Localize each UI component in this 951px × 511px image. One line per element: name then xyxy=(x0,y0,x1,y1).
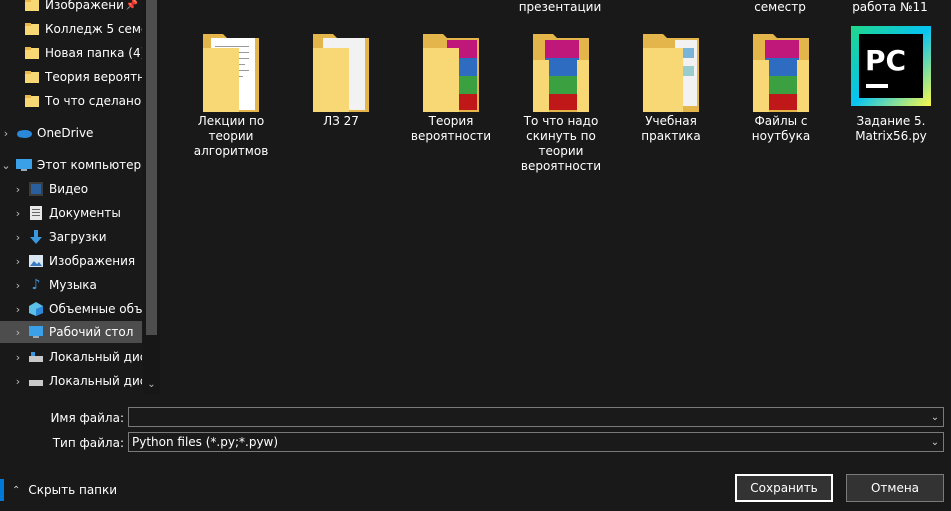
item-label-partial: презентации xyxy=(518,0,602,14)
file-item[interactable]: PC Задание 5. Matrix56.py xyxy=(841,26,941,144)
chevron-down-icon[interactable]: ⌄ xyxy=(927,412,943,423)
filename-input[interactable]: ⌄ xyxy=(128,407,944,427)
save-dialog-footer: Имя файла: ⌄ Тип файла: Python files (*.… xyxy=(0,395,951,511)
folder-icon xyxy=(24,21,40,37)
navigation-pane: Изображени 📌 Колледж 5 семе Новая папка … xyxy=(0,0,160,395)
expand-arrow-icon[interactable]: › xyxy=(12,231,24,244)
nav-this-pc[interactable]: ⌄ Этот компьютер xyxy=(0,154,142,176)
save-button[interactable]: Сохранить xyxy=(735,474,833,502)
file-item[interactable]: Лекции по теории алгоритмов xyxy=(181,26,281,159)
quick-access-item-college[interactable]: Колледж 5 семе xyxy=(0,18,142,40)
file-item[interactable]: ЛЗ 27 xyxy=(291,26,391,129)
accent-bar xyxy=(0,479,4,501)
pin-icon: 📌 xyxy=(125,0,139,11)
nav-item-downloads[interactable]: › Загрузки xyxy=(0,226,142,248)
expand-arrow-icon[interactable]: › xyxy=(12,279,24,292)
quick-access-item-pictures[interactable]: Изображени 📌 xyxy=(0,0,142,16)
collapse-arrow-icon[interactable]: ⌄ xyxy=(0,159,12,172)
cancel-button[interactable]: Отмена xyxy=(846,474,944,502)
expand-arrow-icon[interactable]: › xyxy=(12,326,24,339)
chevron-up-icon: ⌃ xyxy=(12,484,21,496)
folder-icon xyxy=(24,69,40,85)
downloads-icon xyxy=(28,229,44,245)
nav-onedrive[interactable]: › OneDrive xyxy=(0,122,142,144)
expand-arrow-icon[interactable]: › xyxy=(12,255,24,268)
navigation-scrollbar[interactable]: ⌄ xyxy=(143,0,160,395)
nav-item-desktop[interactable]: › Рабочий стол xyxy=(0,321,142,343)
pictures-icon xyxy=(28,253,44,269)
file-list-area: презентации семестр работа №11 Лекции по… xyxy=(160,0,951,395)
file-item[interactable]: Теория вероятности xyxy=(401,26,501,144)
quick-access-item-done[interactable]: То что сделано xyxy=(0,90,142,112)
video-icon xyxy=(28,181,44,197)
nav-item-music[interactable]: › ♪ Музыка xyxy=(0,274,142,296)
filename-label: Имя файла: xyxy=(50,411,124,425)
file-item[interactable]: Учебная практика xyxy=(621,26,721,144)
expand-arrow-icon[interactable]: › xyxy=(12,303,24,316)
expand-arrow-icon[interactable]: › xyxy=(12,375,24,388)
scroll-down-arrow-icon[interactable]: ⌄ xyxy=(143,377,160,393)
music-icon: ♪ xyxy=(31,277,41,293)
desktop-icon xyxy=(28,324,44,340)
local-disk-icon xyxy=(28,349,44,365)
chevron-down-icon[interactable]: ⌄ xyxy=(927,437,943,448)
expand-arrow-icon[interactable]: › xyxy=(0,127,12,140)
hide-folders-button[interactable]: ⌃ Скрыть папки xyxy=(0,479,117,501)
folder-icon xyxy=(24,45,40,61)
file-item[interactable]: Файлы с ноутбука xyxy=(731,26,831,144)
nav-item-3d-objects[interactable]: › Объемные объ xyxy=(0,298,142,320)
nav-item-local-disk-1[interactable]: › Локальный дис xyxy=(0,346,142,368)
folder-documents-icon xyxy=(203,34,259,112)
file-item[interactable]: То что надо скинуть по теории вероятност… xyxy=(511,26,611,174)
file-item-label: Задание 5. Matrix56.py xyxy=(855,114,927,143)
folder-icon xyxy=(24,93,40,109)
nav-item-pictures[interactable]: › Изображения xyxy=(0,250,142,272)
file-item-label: Учебная практика xyxy=(641,114,701,143)
filetype-label: Тип файла: xyxy=(52,436,124,450)
file-item-label: То что надо скинуть по теории вероятност… xyxy=(520,114,602,173)
folder-icon xyxy=(24,0,40,13)
filetype-select[interactable]: Python files (*.py;*.pyw) ⌄ xyxy=(128,432,944,452)
expand-arrow-icon[interactable]: › xyxy=(12,351,24,364)
file-item-label: Файлы с ноутбука xyxy=(751,114,811,143)
folder-archive-icon xyxy=(753,34,809,112)
file-item-label: Теория вероятности xyxy=(410,114,492,143)
folder-images-icon xyxy=(643,34,699,112)
pycharm-file-icon: PC xyxy=(851,26,931,106)
folder-archive-icon xyxy=(423,34,479,112)
nav-item-video[interactable]: › Видео xyxy=(0,178,142,200)
nav-item-local-disk-2[interactable]: › Локальный дис xyxy=(0,370,142,392)
item-label-partial: работа №11 xyxy=(852,0,928,14)
item-label-partial: семестр xyxy=(754,0,806,14)
3d-objects-icon xyxy=(28,301,44,317)
cloud-icon xyxy=(16,125,32,141)
nav-item-documents[interactable]: › Документы xyxy=(0,202,142,224)
file-item-label: ЛЗ 27 xyxy=(323,114,359,128)
svg-text:PC: PC xyxy=(865,44,906,77)
local-disk-icon xyxy=(28,373,44,389)
expand-arrow-icon[interactable]: › xyxy=(12,207,24,220)
folder-archive-icon xyxy=(533,34,589,112)
quick-access-item-probability[interactable]: Теория вероятн xyxy=(0,66,142,88)
quick-access-item-new-folder[interactable]: Новая папка (4) xyxy=(0,42,142,64)
documents-icon xyxy=(28,205,44,221)
file-item-label: Лекции по теории алгоритмов xyxy=(193,114,269,158)
folder-document-icon xyxy=(313,34,369,112)
computer-icon xyxy=(16,157,32,173)
scrollbar-thumb[interactable] xyxy=(146,0,157,335)
expand-arrow-icon[interactable]: › xyxy=(12,183,24,196)
